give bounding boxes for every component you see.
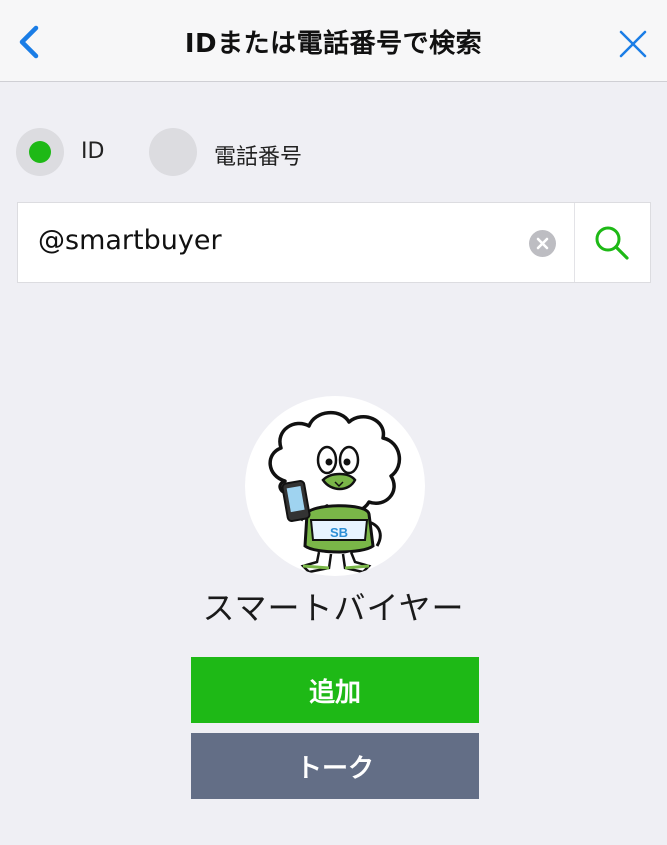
radio-id-label[interactable]: ID <box>81 139 104 164</box>
radio-phone-label[interactable]: 電話番号 <box>214 139 302 171</box>
mascot-avatar-image: SB <box>268 411 402 574</box>
clear-search-button[interactable] <box>529 230 556 257</box>
talk-button[interactable]: トーク <box>191 733 479 799</box>
add-friend-button[interactable]: 追加 <box>191 657 479 723</box>
radio-id[interactable] <box>16 128 64 176</box>
close-icon <box>619 30 647 58</box>
avatar-badge-text: SB <box>330 525 348 540</box>
search-input[interactable]: @smartbuyer <box>38 225 222 256</box>
search-icon <box>595 226 629 260</box>
top-navigation-bar: IDまたは電話番号で検索 <box>0 0 667 82</box>
radio-phone[interactable] <box>149 128 197 176</box>
profile-name: スマートバイヤー <box>202 589 465 627</box>
search-button[interactable] <box>592 223 632 263</box>
profile-avatar[interactable]: SB <box>245 396 425 576</box>
radio-selected-dot <box>29 141 51 163</box>
page-title: IDまたは電話番号で検索 <box>184 29 483 59</box>
clear-icon <box>536 237 549 250</box>
close-button[interactable] <box>613 24 653 64</box>
search-divider <box>574 203 575 282</box>
search-field[interactable]: @smartbuyer <box>17 202 651 283</box>
